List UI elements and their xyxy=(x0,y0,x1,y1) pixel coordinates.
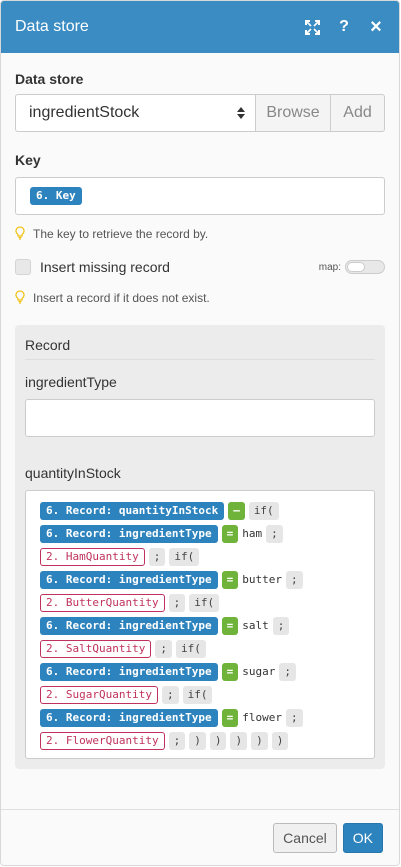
ingredient-type-input[interactable] xyxy=(25,399,375,437)
key-field[interactable]: 6. Key xyxy=(15,177,385,215)
mapped-value-pill[interactable]: 2. SaltQuantity xyxy=(40,639,152,658)
variable-pill[interactable]: 6. Record: ingredientType xyxy=(40,524,218,543)
literal-text: ham xyxy=(242,527,263,540)
map-toggle-wrap: map: xyxy=(319,260,385,274)
function-token[interactable]: ; xyxy=(155,639,172,658)
operator-pill[interactable]: – xyxy=(228,501,245,520)
map-toggle-knob xyxy=(347,262,365,272)
formula-line: 2. SaltQuantity; if( xyxy=(40,637,364,660)
quantity-in-stock-formula[interactable]: 6. Record: quantityInStock – if(6. Record:… xyxy=(25,490,375,759)
lightbulb-icon xyxy=(15,226,25,240)
ok-button[interactable]: OK xyxy=(342,822,383,853)
mapped-value-pill[interactable]: 2. ButterQuantity xyxy=(40,593,165,612)
variable-pill[interactable]: 6. Record: ingredientType xyxy=(40,616,218,635)
dialog-footer: Cancel OK xyxy=(1,809,399,865)
record-section: Record ingredientType quantityInStock 6.… xyxy=(15,325,385,769)
mapped-value-pill[interactable]: 2. FlowerQuantity xyxy=(40,731,165,750)
function-token[interactable]: ) xyxy=(271,731,289,750)
function-token[interactable]: ; xyxy=(168,731,186,750)
formula-line: 2. HamQuantity; if( xyxy=(40,545,364,568)
function-token[interactable]: ; xyxy=(285,708,303,727)
literal-text: flower xyxy=(242,711,282,724)
literal-text: butter xyxy=(242,573,282,586)
quantity-in-stock-label: quantityInStock xyxy=(25,465,121,481)
data-store-select-row: ingredientStock Browse Add xyxy=(15,94,385,132)
header-actions: ? × xyxy=(303,16,385,38)
insert-missing-hint-text: Insert a record if it does not exist. xyxy=(33,291,210,305)
function-token[interactable]: ; xyxy=(279,662,296,681)
dialog-header: Data store ? × xyxy=(1,1,399,53)
operator-pill[interactable]: = xyxy=(221,524,239,543)
insert-missing-label[interactable]: Insert missing record xyxy=(40,259,170,275)
function-token[interactable]: ; xyxy=(272,616,290,635)
function-token[interactable]: if( xyxy=(248,501,279,520)
map-label: map: xyxy=(318,261,341,273)
function-token[interactable]: ; xyxy=(285,570,303,589)
insert-missing-checkbox[interactable] xyxy=(15,259,31,275)
literal-text: salt xyxy=(242,619,269,632)
function-token[interactable]: ; xyxy=(148,547,166,566)
browse-button[interactable]: Browse xyxy=(255,94,331,132)
close-icon[interactable]: × xyxy=(367,16,385,38)
function-token[interactable]: ; xyxy=(161,685,179,704)
mapped-value-pill[interactable]: 2. HamQuantity xyxy=(40,547,145,566)
record-title: Record xyxy=(25,335,375,360)
function-token[interactable]: ) xyxy=(189,731,206,750)
dialog-title: Data store xyxy=(15,18,89,35)
formula-line: 6. Record: quantityInStock – if( xyxy=(40,499,364,522)
data-store-select[interactable]: ingredientStock xyxy=(15,94,255,132)
formula-line: 6. Record: ingredientType = salt; xyxy=(40,614,364,637)
cancel-button[interactable]: Cancel xyxy=(273,822,337,853)
help-icon[interactable]: ? xyxy=(335,18,353,36)
lightbulb-icon xyxy=(15,290,25,304)
formula-line: 6. Record: ingredientType = ham; xyxy=(40,522,364,545)
map-toggle[interactable] xyxy=(345,260,385,274)
insert-missing-row: Insert missing record map: xyxy=(15,259,385,275)
formula-line: 6. Record: ingredientType = butter; xyxy=(40,568,364,591)
function-token[interactable]: ; xyxy=(168,593,186,612)
function-token[interactable]: ; xyxy=(266,524,283,543)
variable-pill[interactable]: 6. Record: ingredientType xyxy=(40,708,218,727)
key-hint-text: The key to retrieve the record by. xyxy=(33,227,209,241)
function-token[interactable]: if( xyxy=(169,547,200,566)
key-hint: The key to retrieve the record by. xyxy=(15,226,385,241)
function-token[interactable]: if( xyxy=(182,685,213,704)
data-store-label: Data store xyxy=(15,71,84,87)
key-label: Key xyxy=(15,152,41,168)
operator-pill[interactable]: = xyxy=(221,708,239,727)
data-store-dialog: Data store ? × Data store ingredientStoc… xyxy=(0,0,400,866)
formula-line: 2. ButterQuantity; if( xyxy=(40,591,364,614)
function-token[interactable]: ) xyxy=(209,731,227,750)
function-token[interactable]: if( xyxy=(175,639,206,658)
expand-icon[interactable] xyxy=(303,18,321,36)
add-button[interactable]: Add xyxy=(331,94,385,132)
select-arrows-icon xyxy=(237,107,245,119)
variable-pill[interactable]: 6. Record: quantityInStock xyxy=(40,501,225,520)
operator-pill[interactable]: = xyxy=(221,616,239,635)
dialog-body: Data store ingredientStock Browse Add Ke… xyxy=(1,71,399,769)
key-pill[interactable]: 6. Key xyxy=(30,187,82,205)
formula-line: 2. SugarQuantity; if( xyxy=(40,683,364,706)
mapped-value-pill[interactable]: 2. SugarQuantity xyxy=(40,685,158,704)
data-store-selected: ingredientStock xyxy=(29,104,140,121)
formula-line: 6. Record: ingredientType = flower; xyxy=(40,706,364,729)
variable-pill[interactable]: 6. Record: ingredientType xyxy=(40,662,218,681)
formula-line: 6. Record: ingredientType = sugar; xyxy=(40,660,364,683)
operator-pill[interactable]: = xyxy=(221,570,239,589)
operator-pill[interactable]: = xyxy=(221,662,239,681)
formula-line: 2. FlowerQuantity;))))) xyxy=(40,729,364,752)
function-token[interactable]: ) xyxy=(251,731,268,750)
literal-text: sugar xyxy=(242,665,276,678)
function-token[interactable]: if( xyxy=(189,593,220,612)
insert-missing-hint: Insert a record if it does not exist. xyxy=(15,290,385,305)
variable-pill[interactable]: 6. Record: ingredientType xyxy=(40,570,218,589)
function-token[interactable]: ) xyxy=(230,731,248,750)
ingredient-type-label: ingredientType xyxy=(25,374,117,390)
